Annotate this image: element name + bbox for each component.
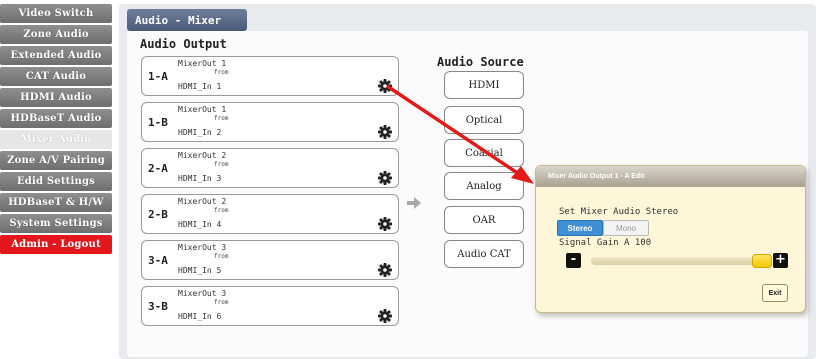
mixer-out-name: MixerOut 3	[178, 243, 227, 252]
source-hdmi-button[interactable]: HDMI	[444, 71, 524, 99]
audio-output-title: Audio Output	[140, 37, 227, 51]
gain-slider[interactable]	[591, 254, 772, 268]
from-label: from	[214, 115, 229, 122]
panel-title: Audio - Mixer	[127, 9, 247, 31]
output-id: 3-B	[148, 300, 168, 313]
nav-hdmi-audio[interactable]: HDMI Audio	[0, 88, 112, 107]
output-card: 1-B MixerOut 1 from HDMI_In 2	[141, 102, 399, 142]
gear-icon[interactable]	[378, 125, 392, 139]
nav-system-settings[interactable]: System Settings	[0, 214, 112, 233]
output-id: 3-A	[148, 254, 168, 267]
nav-zone-av-pairing[interactable]: Zone A/V Pairing	[0, 151, 112, 170]
source-optical-button[interactable]: Optical	[444, 106, 524, 134]
mono-button[interactable]: Mono	[603, 220, 649, 236]
source-coaxial-button[interactable]: Coaxial	[444, 139, 524, 167]
gear-icon[interactable]	[378, 263, 392, 277]
from-label: from	[214, 69, 229, 76]
gain-decrease-button[interactable]: -	[566, 253, 581, 268]
from-label: from	[214, 299, 229, 306]
mixer-out-name: MixerOut 3	[178, 289, 227, 298]
mixer-out-name: MixerOut 1	[178, 59, 227, 68]
from-label: from	[214, 161, 229, 168]
gain-slider-fill	[591, 257, 768, 265]
gear-icon[interactable]	[378, 79, 392, 93]
nav-admin-logout[interactable]: Admin - Logout	[0, 235, 112, 254]
input-name: HDMI_In 5	[178, 266, 222, 275]
output-id: 1-B	[148, 116, 168, 129]
right-arrow-icon	[407, 194, 421, 213]
from-label: from	[214, 207, 229, 214]
output-card: 2-B MixerOut 2 from HDMI_In 4	[141, 194, 399, 234]
mixer-out-name: MixerOut 1	[178, 105, 227, 114]
nav-zone-audio[interactable]: Zone Audio	[0, 25, 112, 44]
input-name: HDMI_In 4	[178, 220, 222, 229]
nav-edid-settings[interactable]: Edid Settings	[0, 172, 112, 191]
signal-gain-label: Signal Gain A 100	[559, 238, 652, 248]
output-id: 1-A	[148, 70, 168, 83]
source-oar-button[interactable]: OAR	[444, 206, 524, 234]
stereo-button[interactable]: Stereo	[557, 220, 603, 236]
input-name: HDMI_In 1	[178, 82, 222, 91]
output-id: 2-A	[148, 162, 168, 175]
gain-increase-button[interactable]: +	[773, 253, 788, 268]
output-card: 1-A MixerOut 1 from HDMI_In 1	[141, 56, 399, 96]
output-card: 2-A MixerOut 2 from HDMI_In 3	[141, 148, 399, 188]
nav-mixer-audio[interactable]: Mixer Audio	[0, 130, 112, 149]
stereo-setting-label: Set Mixer Audio Stereo	[559, 207, 679, 217]
mixer-out-name: MixerOut 2	[178, 151, 227, 160]
nav-extended-audio[interactable]: Extended Audio	[0, 46, 112, 65]
audio-source-title: Audio Source	[437, 55, 524, 69]
exit-button[interactable]: Exit	[762, 284, 788, 302]
source-audio-cat-button[interactable]: Audio CAT	[444, 240, 524, 268]
mixer-out-name: MixerOut 2	[178, 197, 227, 206]
gear-icon[interactable]	[378, 171, 392, 185]
output-card: 3-B MixerOut 3 from HDMI_In 6	[141, 286, 399, 326]
mixer-edit-dialog: Mixer Audio Output 1 - A Edit Set Mixer …	[535, 165, 806, 313]
dialog-title: Mixer Audio Output 1 - A Edit	[536, 166, 805, 187]
gear-icon[interactable]	[378, 309, 392, 323]
input-name: HDMI_In 3	[178, 174, 222, 183]
source-analog-button[interactable]: Analog	[444, 172, 524, 200]
nav-video-switch[interactable]: Video Switch	[0, 4, 112, 23]
nav-cat-audio[interactable]: CAT Audio	[0, 67, 112, 86]
output-id: 2-B	[148, 208, 168, 221]
nav-hdbaset-hw[interactable]: HDBaseT & H/W	[0, 193, 112, 212]
output-card: 3-A MixerOut 3 from HDMI_In 5	[141, 240, 399, 280]
input-name: HDMI_In 2	[178, 128, 222, 137]
sidebar-nav: Video Switch Zone Audio Extended Audio C…	[0, 4, 112, 256]
gear-icon[interactable]	[378, 217, 392, 231]
input-name: HDMI_In 6	[178, 312, 222, 321]
gain-slider-handle[interactable]	[752, 254, 772, 268]
nav-hdbaset-audio[interactable]: HDBaseT Audio	[0, 109, 112, 128]
from-label: from	[214, 253, 229, 260]
